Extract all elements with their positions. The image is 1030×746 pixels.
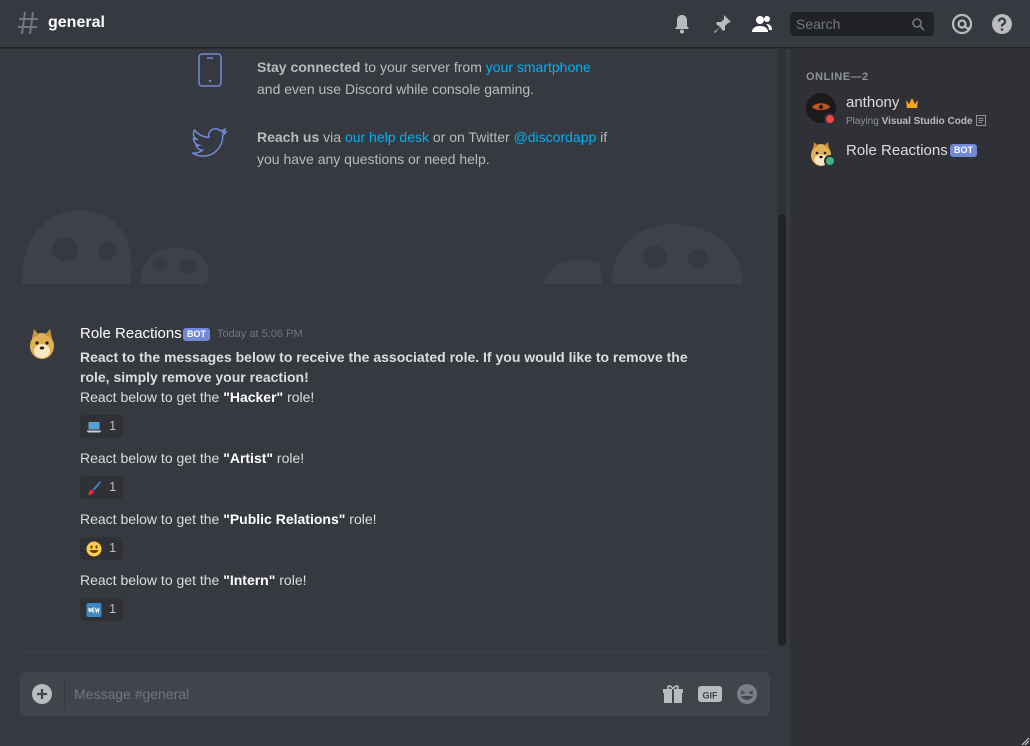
smartphone-icon: [198, 53, 222, 87]
help-desk-link[interactable]: our help desk: [345, 129, 429, 145]
composer-separator: [64, 678, 65, 710]
role-reactions-avatar[interactable]: [24, 326, 60, 362]
scrollbar-thumb[interactable]: [778, 214, 786, 646]
member-list-icon[interactable]: [750, 12, 774, 36]
server-owner-crown-icon: [906, 98, 918, 108]
search-input[interactable]: [790, 12, 910, 36]
emoji-picker-icon[interactable]: [736, 683, 758, 705]
gift-icon[interactable]: [662, 683, 684, 705]
search-box[interactable]: [790, 12, 934, 36]
rich-presence-icon[interactable]: [976, 115, 986, 126]
role-line: React below to get the "Hacker" role!: [80, 389, 315, 405]
new-emoji-icon: [86, 603, 102, 617]
laptop-emoji-icon: [86, 422, 102, 433]
smartphone-link[interactable]: your smartphone: [486, 59, 591, 75]
channel-header: general: [0, 0, 1030, 48]
reaction-public-relations[interactable]: 1: [80, 537, 123, 560]
chat-area: Stay connected to your server from your …: [0, 49, 790, 746]
member-name: anthony: [846, 94, 900, 111]
composer-divider: [20, 651, 770, 652]
paintbrush-emoji-icon: [87, 481, 101, 495]
role-line: React below to get the "Artist" role!: [80, 450, 305, 466]
bot-badge: BOT: [950, 144, 977, 157]
message-composer[interactable]: GIF: [20, 672, 770, 716]
reaction-hacker[interactable]: 1: [80, 415, 123, 438]
reaction-artist[interactable]: 1: [80, 476, 123, 499]
welcome-mobile-text: Stay connected to your server from your …: [257, 59, 591, 97]
help-icon[interactable]: [990, 12, 1014, 36]
online-status-icon: [824, 155, 836, 167]
member-anthony[interactable]: anthony Playing Visual Studio Code: [790, 93, 1030, 137]
member-activity: Playing Visual Studio Code: [846, 116, 973, 127]
member-name: Role Reactions: [846, 142, 948, 159]
member-list: ONLINE—2 anthony Playing Visual Studio C…: [790, 49, 1030, 746]
bot-badge: BOT: [183, 328, 210, 341]
online-heading: ONLINE—2: [806, 71, 869, 83]
dnd-status-icon: [824, 113, 836, 125]
welcome-twitter-text: Reach us via our help desk or on Twitter…: [257, 129, 608, 167]
resize-corner-icon[interactable]: [1020, 736, 1030, 746]
channel-hash-icon: [18, 11, 38, 35]
role-line: React below to get the "Intern" role!: [80, 572, 307, 588]
chat-scrollbar[interactable]: [778, 49, 786, 646]
search-icon: [912, 18, 925, 31]
message-intro: React to the messages below to receive t…: [80, 349, 688, 385]
message-author[interactable]: Role Reactions: [80, 325, 182, 342]
pin-icon[interactable]: [710, 12, 734, 36]
mentions-icon[interactable]: [950, 12, 974, 36]
notification-bell-icon[interactable]: [670, 12, 694, 36]
discordapp-twitter-link[interactable]: @discordapp: [514, 129, 597, 145]
upload-plus-icon[interactable]: [32, 684, 52, 704]
twitter-icon: [191, 127, 228, 157]
welcome-illustration: [21, 210, 743, 284]
member-role-reactions[interactable]: Role Reactions BOT: [790, 139, 1030, 183]
role-line: React below to get the "Public Relations…: [80, 511, 377, 527]
svg-text:GIF: GIF: [703, 691, 719, 701]
gif-icon[interactable]: GIF: [698, 683, 722, 705]
message-input[interactable]: [74, 682, 634, 706]
message-timestamp: Today at 5:06 PM: [217, 328, 303, 340]
reaction-intern[interactable]: 1: [80, 598, 123, 621]
channel-name: general: [48, 14, 105, 31]
smiley-emoji-icon: [86, 541, 102, 557]
